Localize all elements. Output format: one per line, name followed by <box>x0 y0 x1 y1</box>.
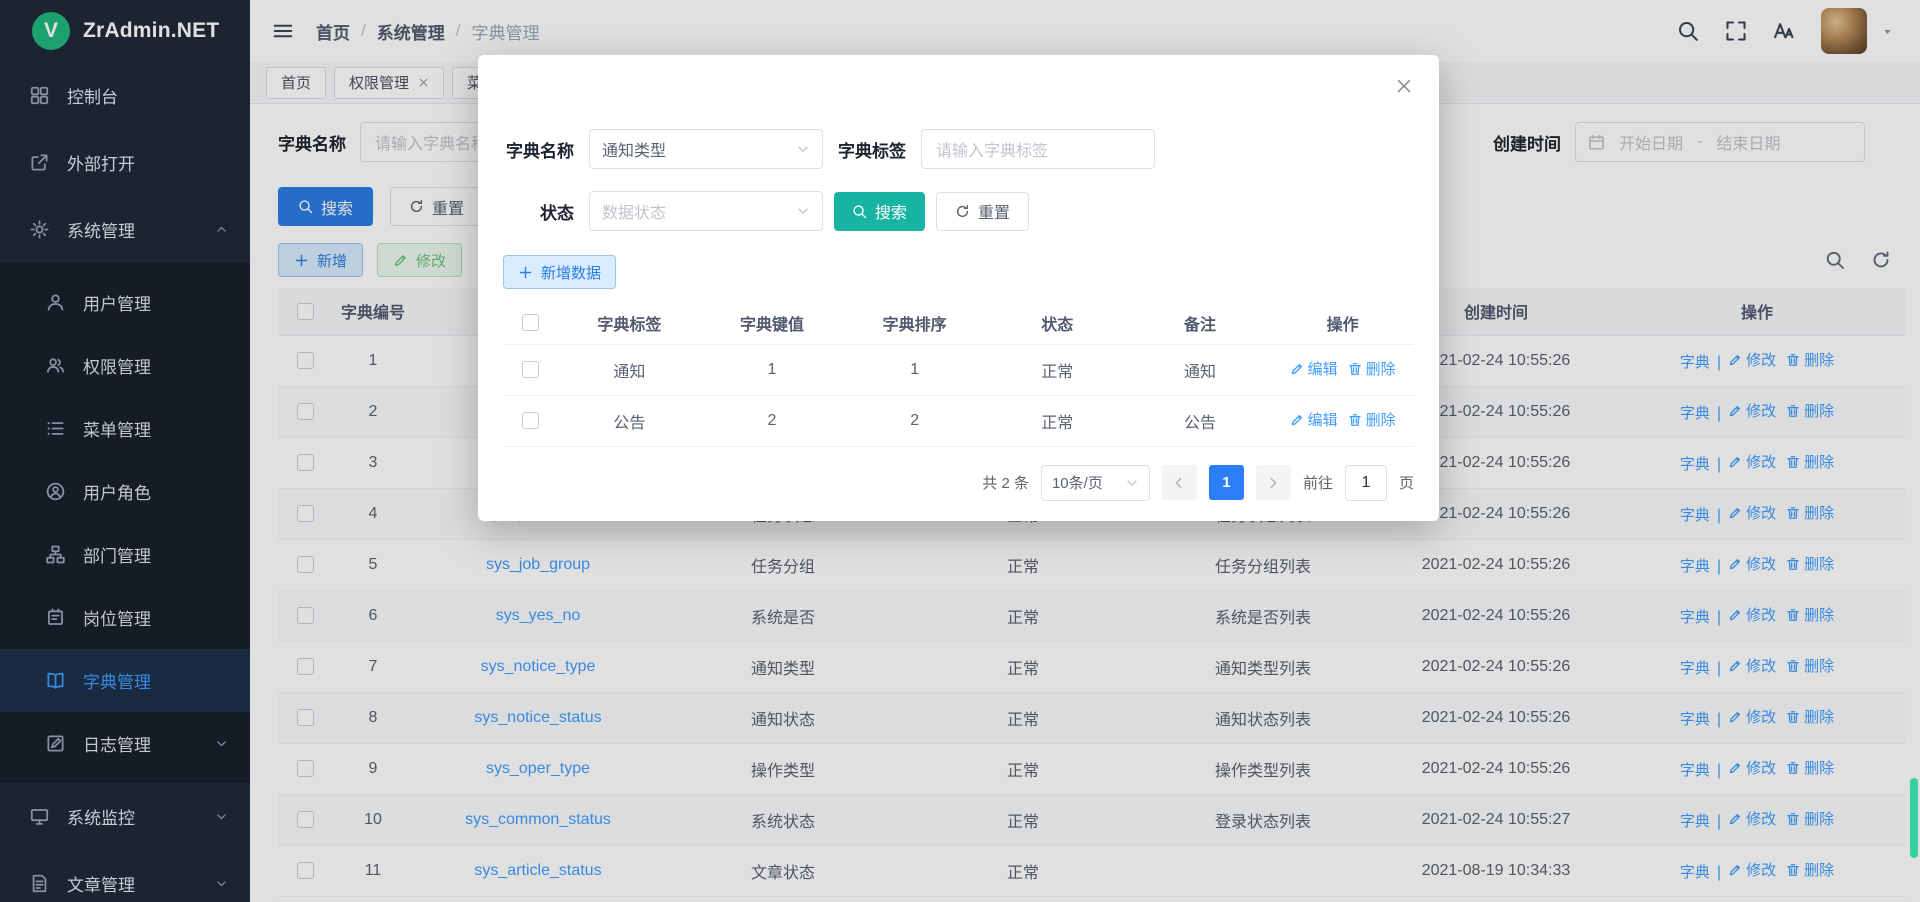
row-checkbox[interactable] <box>522 412 539 429</box>
column-header: 操作 <box>1271 302 1414 344</box>
next-page-button[interactable] <box>1256 465 1291 500</box>
cell-dict-sort: 2 <box>843 395 986 446</box>
column-header: 字典键值 <box>701 302 844 344</box>
cell-remark: 通知 <box>1129 344 1272 395</box>
dialog-filter-row-2: 状态 数据状态 搜索 重置 <box>503 191 1414 231</box>
chevron-down-icon <box>1125 476 1139 490</box>
cell-status: 正常 <box>986 395 1129 446</box>
column-header: 字典标签 <box>558 302 701 344</box>
column-header: 状态 <box>986 302 1129 344</box>
cell-status: 正常 <box>986 344 1129 395</box>
cell-dict-sort: 1 <box>843 344 986 395</box>
refresh-icon <box>955 204 970 219</box>
chevron-down-icon <box>796 204 810 218</box>
cell-operations: 编辑删除 <box>1271 344 1414 395</box>
edit-link[interactable]: 编辑 <box>1290 409 1338 430</box>
select-all-checkbox[interactable] <box>522 314 539 331</box>
close-icon[interactable] <box>1395 77 1413 95</box>
delete-link[interactable]: 删除 <box>1348 358 1396 379</box>
goto-label: 前往 <box>1303 472 1333 493</box>
cell-dict-value: 2 <box>701 395 844 446</box>
pagination-total: 共 2 条 <box>982 472 1029 493</box>
dialog-table-row: 通知11正常通知编辑删除 <box>503 344 1414 395</box>
row-checkbox[interactable] <box>522 361 539 378</box>
add-data-button[interactable]: 新增数据 <box>503 255 616 289</box>
plus-icon <box>518 265 533 280</box>
trash-icon <box>1348 362 1362 376</box>
screen: V ZrAdmin.NET 控制台外部打开系统管理用户管理权限管理菜单管理用户角… <box>0 0 1920 902</box>
goto-page-input[interactable]: 1 <box>1345 465 1387 501</box>
dialog-search-button[interactable]: 搜索 <box>834 192 925 231</box>
cell-operations: 编辑删除 <box>1271 395 1414 446</box>
trash-icon <box>1348 413 1362 427</box>
dict-data-dialog: 字典名称 通知类型 字典标签 请输入字典标签 状态 数据状态 搜索 重置 <box>478 55 1439 521</box>
edit-link[interactable]: 编辑 <box>1290 358 1338 379</box>
page-suffix-label: 页 <box>1399 472 1414 493</box>
dialog-table: 字典标签字典键值字典排序状态备注操作 通知11正常通知编辑删除公告22正常公告编… <box>503 302 1414 447</box>
dialog-reset-label: 重置 <box>978 199 1010 223</box>
cell-dict-label: 通知 <box>558 344 701 395</box>
dialog-table-row: 公告22正常公告编辑删除 <box>503 395 1414 446</box>
dialog-dict-name-select[interactable]: 通知类型 <box>589 129 823 169</box>
delete-link[interactable]: 删除 <box>1348 409 1396 430</box>
chevron-right-icon <box>1266 476 1280 490</box>
cell-dict-label: 公告 <box>558 395 701 446</box>
dialog-search-label: 搜索 <box>875 199 907 223</box>
dialog-filter-row-1: 字典名称 通知类型 字典标签 请输入字典标签 <box>503 129 1414 169</box>
current-page-button[interactable]: 1 <box>1209 465 1244 500</box>
cell-dict-value: 1 <box>701 344 844 395</box>
add-data-label: 新增数据 <box>541 262 601 283</box>
pencil-icon <box>1290 413 1304 427</box>
goto-page-value: 1 <box>1362 474 1371 492</box>
select-value: 通知类型 <box>602 137 666 161</box>
column-header: 字典排序 <box>843 302 986 344</box>
page-scrollbar[interactable] <box>1910 778 1918 858</box>
column-header: 备注 <box>1129 302 1272 344</box>
pencil-icon <box>1290 362 1304 376</box>
dialog-dict-label-input[interactable]: 请输入字典标签 <box>921 129 1155 169</box>
input-placeholder: 请输入字典标签 <box>936 137 1048 161</box>
select-placeholder: 数据状态 <box>602 199 666 223</box>
chevron-left-icon <box>1172 476 1186 490</box>
page-size-select[interactable]: 10条/页 <box>1041 465 1150 501</box>
dialog-status-label: 状态 <box>503 199 574 224</box>
dialog-reset-button[interactable]: 重置 <box>936 192 1029 231</box>
chevron-down-icon <box>796 142 810 156</box>
search-icon <box>852 204 867 219</box>
page-size-value: 10条/页 <box>1052 472 1103 493</box>
dialog-dict-name-label: 字典名称 <box>503 137 574 162</box>
cell-remark: 公告 <box>1129 395 1272 446</box>
dialog-status-select[interactable]: 数据状态 <box>589 191 823 231</box>
prev-page-button[interactable] <box>1162 465 1197 500</box>
dialog-dict-label-label: 字典标签 <box>838 137 906 162</box>
pagination: 共 2 条 10条/页 1 前往 1 页 <box>503 465 1414 501</box>
